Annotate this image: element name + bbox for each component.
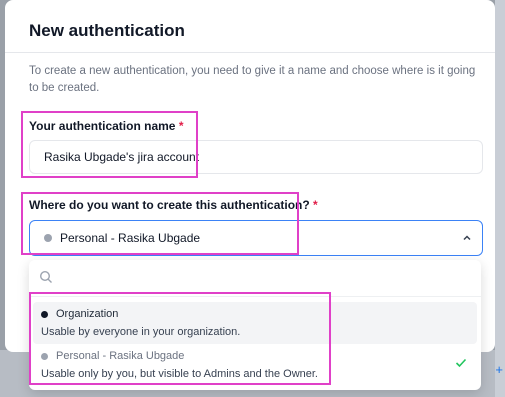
location-dropdown: Organization Usable by everyone in your … bbox=[29, 260, 481, 390]
authentication-name-label: Your authentication name * bbox=[29, 119, 184, 133]
required-mark: * bbox=[178, 119, 184, 133]
option-personal[interactable]: Personal - Rasika Ubgade Usable only by … bbox=[33, 344, 477, 386]
check-icon bbox=[455, 355, 467, 373]
personal-dot-icon bbox=[44, 234, 52, 242]
chevron-up-icon[interactable] bbox=[462, 232, 472, 246]
authentication-name-input[interactable]: Rasika Ubgade's jira account bbox=[29, 140, 483, 174]
search-icon[interactable] bbox=[39, 270, 53, 289]
backdrop-strip bbox=[495, 0, 505, 397]
option-organization[interactable]: Organization Usable by everyone in your … bbox=[33, 302, 477, 344]
radio-dot-icon bbox=[41, 352, 48, 360]
modal-description: To create a new authentication, you need… bbox=[29, 65, 476, 94]
dropdown-divider bbox=[29, 296, 481, 297]
required-mark: * bbox=[313, 198, 318, 212]
location-label: Where do you want to create this authent… bbox=[29, 198, 318, 212]
radio-dot-icon bbox=[41, 310, 48, 318]
header-divider bbox=[5, 52, 495, 53]
location-select[interactable]: Personal - Rasika Ubgade bbox=[29, 220, 483, 256]
backdrop-plus-button[interactable]: + bbox=[495, 362, 503, 377]
modal-title: New authentication bbox=[29, 21, 185, 40]
